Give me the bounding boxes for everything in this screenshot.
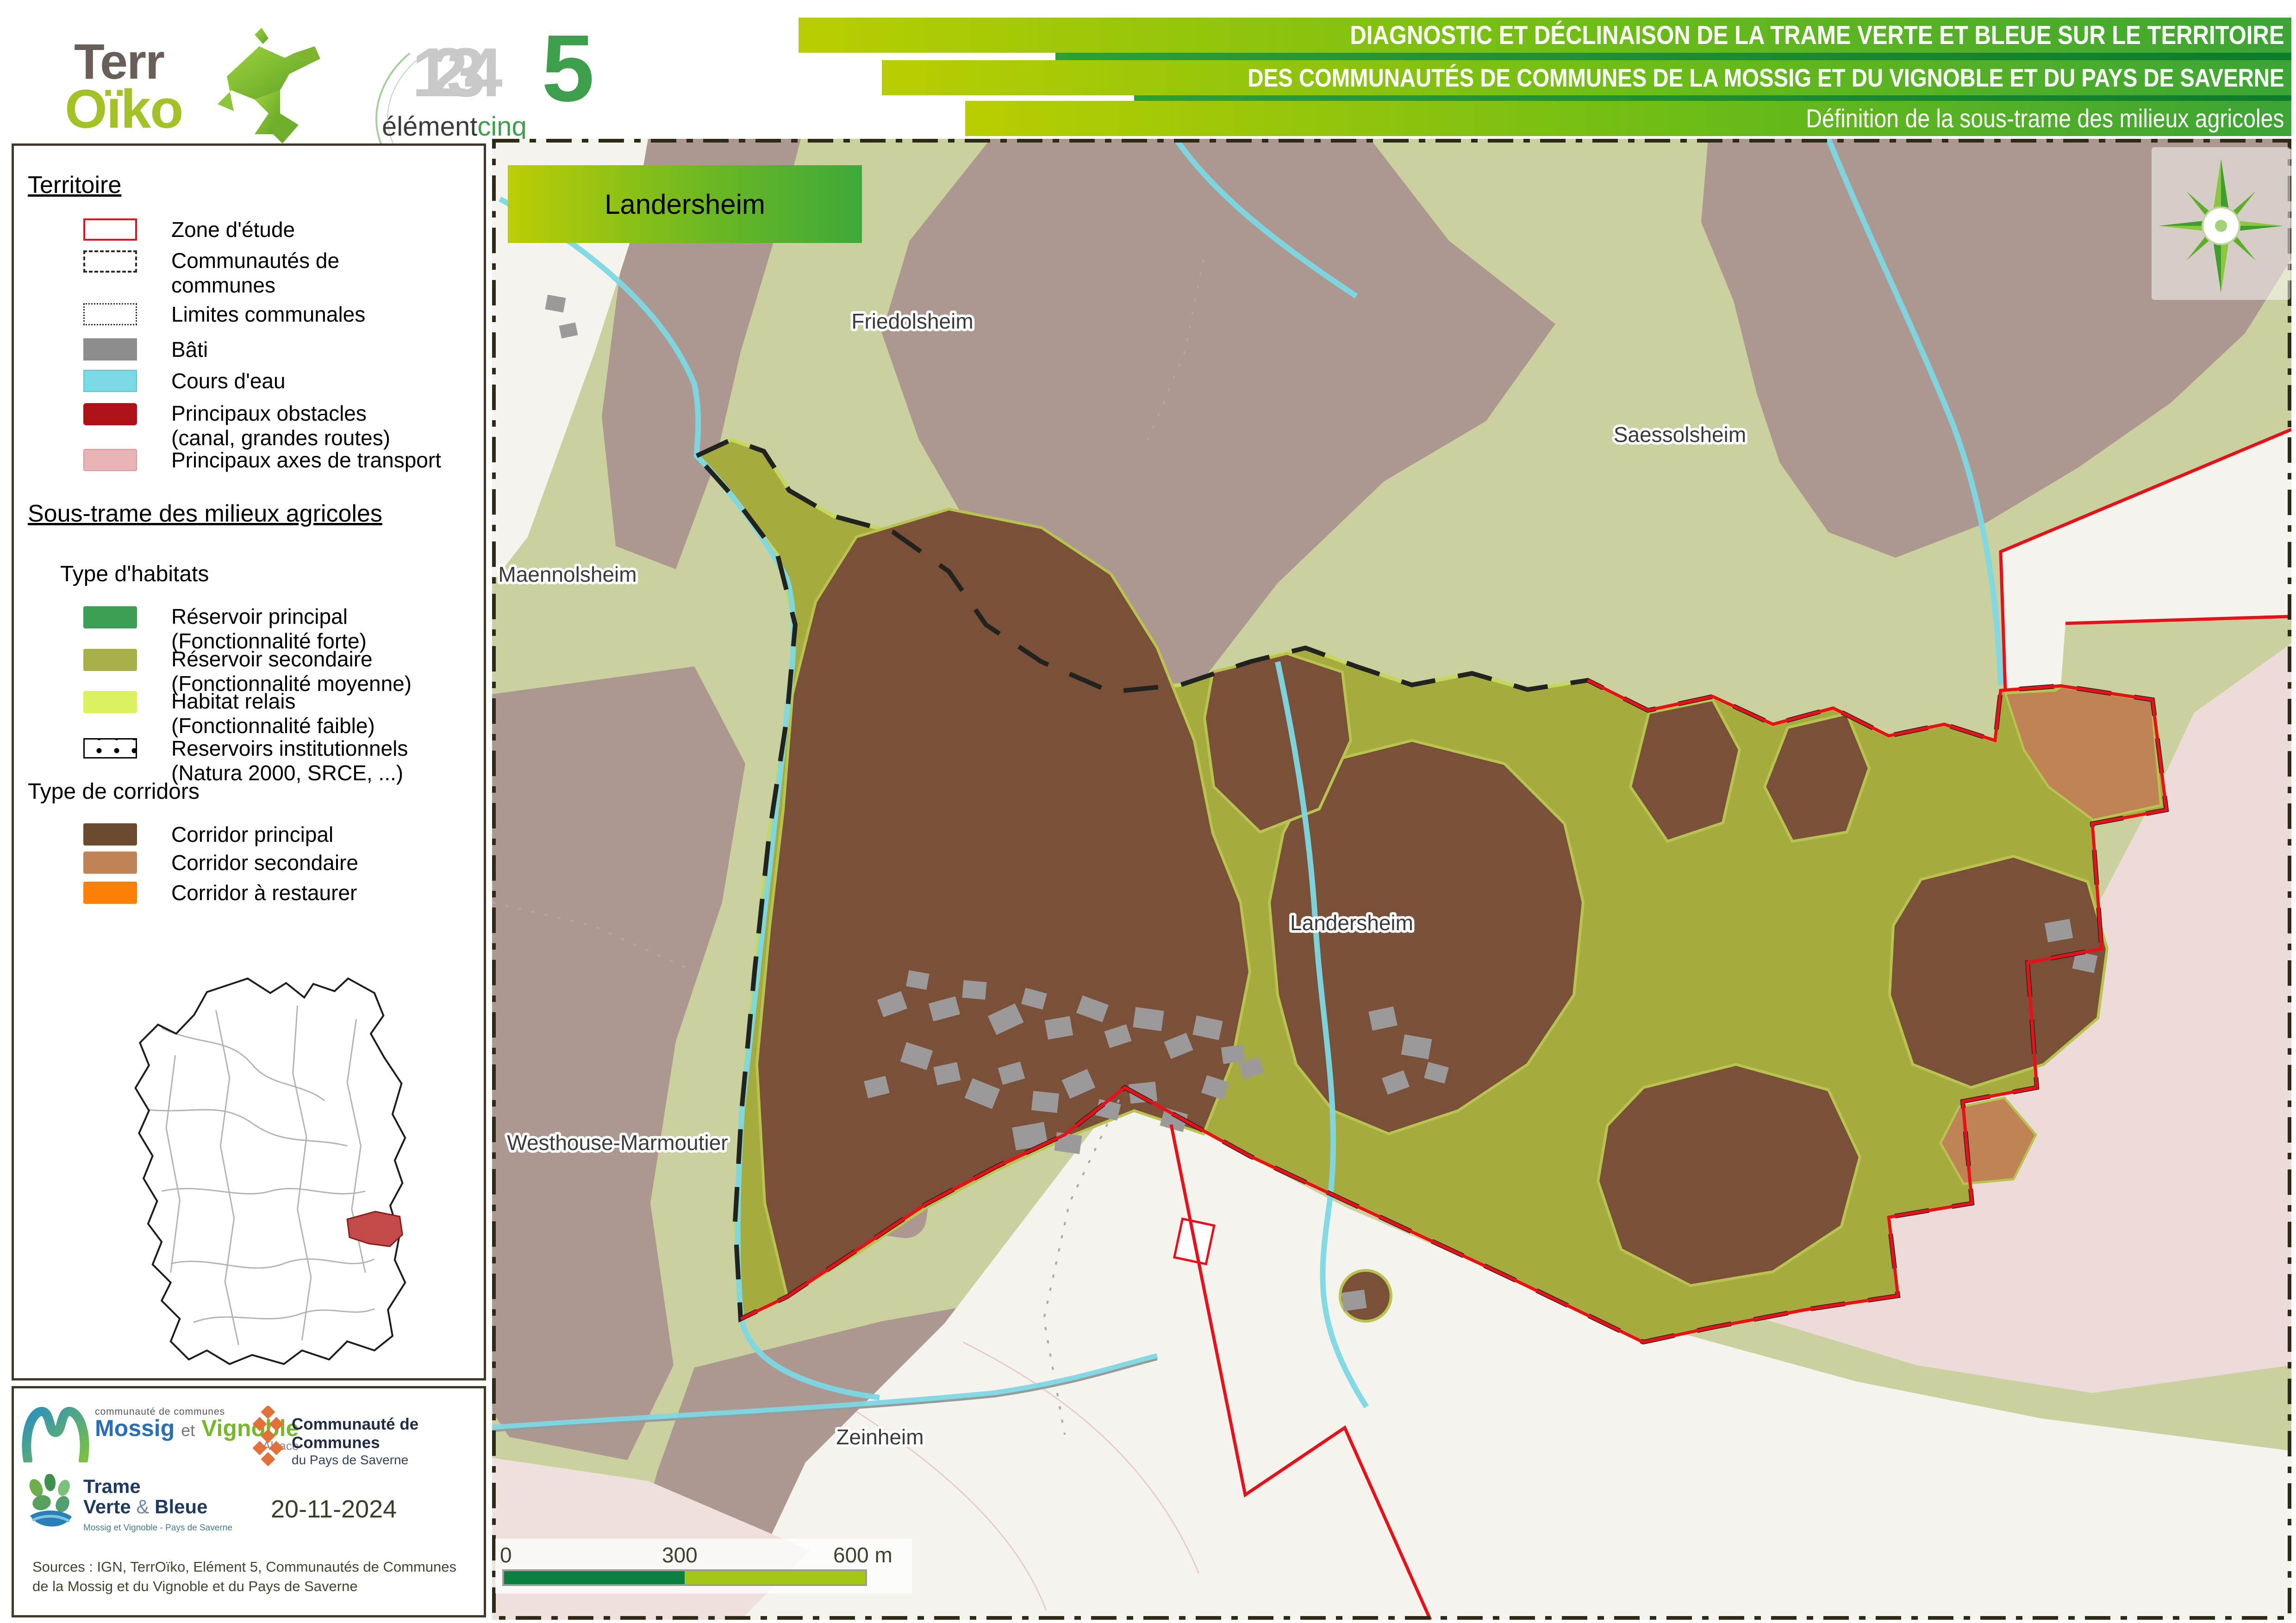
swatch-obstacles — [83, 403, 137, 425]
legend-item-bati: Bâti — [171, 337, 208, 362]
swatch-corridor-restaurer — [83, 882, 137, 904]
legend-item-reservoir-principal: Réservoir principal (Fonctionnalité fort… — [171, 604, 367, 653]
legend-soustrame-title: Sous-trame des milieux agricoles — [28, 500, 382, 528]
swatch-reservoir-principal — [83, 606, 137, 628]
compass-rose-icon — [2152, 147, 2290, 300]
swatch-communautes-communes — [83, 250, 137, 273]
legend-item-obstacles-line2: (canal, grandes routes) — [171, 426, 390, 450]
tvb-line1: Trame — [83, 1476, 232, 1497]
pays-saverne-logo-icon — [249, 1406, 286, 1466]
legend-item-cours-eau: Cours d'eau — [171, 369, 286, 393]
legend-item-zone-etude: Zone d'étude — [171, 218, 295, 242]
terroiko-frog-icon — [199, 25, 329, 146]
legend-item-limites: Limites communales — [171, 302, 365, 327]
legend-item-inst-line1: Reservoirs institutionnels — [171, 736, 408, 761]
legend-item-communautes-line1: Communautés de — [171, 249, 339, 273]
swatch-reservoir-secondaire — [83, 649, 137, 671]
label-maennolsheim: Maennolsheim — [498, 562, 636, 586]
map-title-box: Landersheim — [508, 165, 862, 243]
legend-panel: Territoire Zone d'étude Communautés de c… — [12, 143, 486, 1380]
tvb-line2-amp: & — [136, 1496, 149, 1517]
title-banner-2-text: DES COMMUNAUTÉS DE COMMUNES DE LA MOSSIG… — [1079, 60, 2291, 95]
element5-digits: 1234 — [412, 32, 481, 112]
legend-item-corridor-restaurer: Corridor à restaurer — [171, 881, 357, 905]
legend-item-communautes: Communautés de communes — [171, 249, 339, 298]
map-date: 20-11-2024 — [271, 1495, 397, 1524]
legend-item-communautes-line2: communes — [171, 273, 339, 298]
inset-commune-boundaries — [148, 1006, 374, 1345]
swatch-habitat-relais — [83, 691, 137, 713]
mossig-et: et — [181, 1421, 195, 1440]
terroiko-logo-text-2: Oïko — [65, 78, 182, 141]
title-banner-3: Définition de la sous-trame des milieux … — [965, 101, 2291, 136]
swatch-reservoirs-institutionnels — [83, 738, 137, 759]
swatch-corridor-secondaire — [83, 852, 137, 874]
title-banner-1: DIAGNOSTIC ET DÉCLINAISON DE LA TRAME VE… — [799, 18, 2291, 53]
inset-highlighted-commune — [347, 1212, 402, 1246]
map-poster-page: Terr Oïko 1234 5 élémentcinq DIAGNOSTIC … — [0, 0, 2296, 1623]
legend-item-relais-line2: (Fonctionnalité faible) — [171, 714, 375, 738]
inset-territory-outline — [136, 978, 406, 1364]
scalebar — [502, 1569, 867, 1586]
legend-item-axes-transport: Principaux axes de transport — [171, 448, 441, 473]
label-landersheim: Landersheim — [1290, 911, 1413, 935]
swatch-limites-communales — [83, 303, 137, 325]
sources-text: Sources : IGN, TerrOïko, Elément 5, Comm… — [32, 1557, 463, 1596]
tvb-line2-verte: Verte — [83, 1496, 136, 1517]
legend-item-obstacles-line1: Principaux obstacles — [171, 401, 390, 426]
swatch-corridor-principal — [83, 823, 137, 846]
legend-habitats-title: Type d'habitats — [60, 561, 209, 587]
footer-panel: communauté de communes Mossig et Vignobl… — [12, 1386, 486, 1617]
legend-item-habitat-relais: Habitat relais (Fonctionnalité faible) — [171, 689, 375, 738]
swatch-bati — [83, 338, 137, 361]
trame-verte-bleue-logo-icon — [23, 1474, 79, 1532]
scalebar-label-600: 600 m — [833, 1542, 892, 1567]
scalebar-panel: 0 300 600 m — [495, 1539, 912, 1593]
tvb-subtitle: Mossig et Vignoble - Pays de Saverne — [83, 1524, 232, 1533]
tvb-line2-bleue: Bleue — [149, 1496, 207, 1517]
tvb-line2: Verte & Bleue — [83, 1497, 232, 1517]
element5-wordmark: élémentcinq — [382, 111, 527, 142]
legend-item-reservoirs-institutionnels: Reservoirs institutionnels (Natura 2000,… — [171, 736, 408, 785]
main-map: Friedolsheim Saessolsheim Maennolsheim L… — [492, 139, 2291, 1620]
legend-item-corridor-secondaire: Corridor secondaire — [171, 851, 358, 875]
saverne-line2: du Pays de Saverne — [292, 1453, 484, 1468]
scalebar-label-300: 300 — [662, 1542, 698, 1567]
swatch-cours-eau — [83, 370, 137, 392]
element5-word-dark: élément — [382, 112, 477, 142]
title-banner-2: DES COMMUNAUTÉS DE COMMUNES DE LA MOSSIG… — [882, 60, 2291, 95]
legend-corridors-title: Type de corridors — [28, 779, 200, 804]
inset-locator-map — [53, 965, 442, 1372]
saverne-line1: Communauté de Communes — [292, 1415, 484, 1453]
label-zeinheim: Zeinheim — [836, 1425, 923, 1449]
swatch-zone-etude — [83, 218, 137, 241]
legend-item-obstacles: Principaux obstacles (canal, grandes rou… — [171, 401, 390, 450]
label-saessolsheim: Saessolsheim — [1614, 423, 1746, 447]
scalebar-label-0: 0 — [500, 1542, 512, 1567]
legend-territoire-title: Territoire — [28, 171, 121, 199]
title-banner-3-text: Définition de la sous-trame des milieux … — [1151, 101, 2291, 136]
legend-item-relais-line1: Habitat relais — [171, 689, 375, 714]
element5-word-green: cinq — [477, 112, 526, 142]
mossig-name1: Mossig — [95, 1415, 175, 1441]
label-westhouse-marmoutier: Westhouse-Marmoutier — [507, 1131, 728, 1155]
title-banner-1-text: DIAGNOSTIC ET DÉCLINAISON DE LA TRAME VE… — [1008, 18, 2292, 53]
element5-five: 5 — [542, 14, 594, 123]
label-friedolsheim: Friedolsheim — [851, 309, 973, 333]
swatch-axes-transport — [83, 449, 137, 471]
map-canvas: Friedolsheim Saessolsheim Maennolsheim L… — [492, 139, 2291, 1620]
compass-center-dot — [2215, 220, 2227, 232]
pays-saverne-logo-text: Communauté de Communes du Pays de Savern… — [292, 1415, 484, 1468]
mossig-vignoble-logo-icon — [21, 1405, 90, 1462]
legend-item-corridor-principal: Corridor principal — [171, 822, 333, 847]
legend-item-inst-line2: (Natura 2000, SRCE, ...) — [171, 761, 408, 785]
trame-verte-bleue-logo-text: Trame Verte & Bleue Mossig et Vignoble -… — [83, 1476, 232, 1533]
legend-item-resprincipal-line1: Réservoir principal — [171, 604, 367, 629]
legend-item-ressecondaire-line1: Réservoir secondaire — [171, 647, 412, 672]
